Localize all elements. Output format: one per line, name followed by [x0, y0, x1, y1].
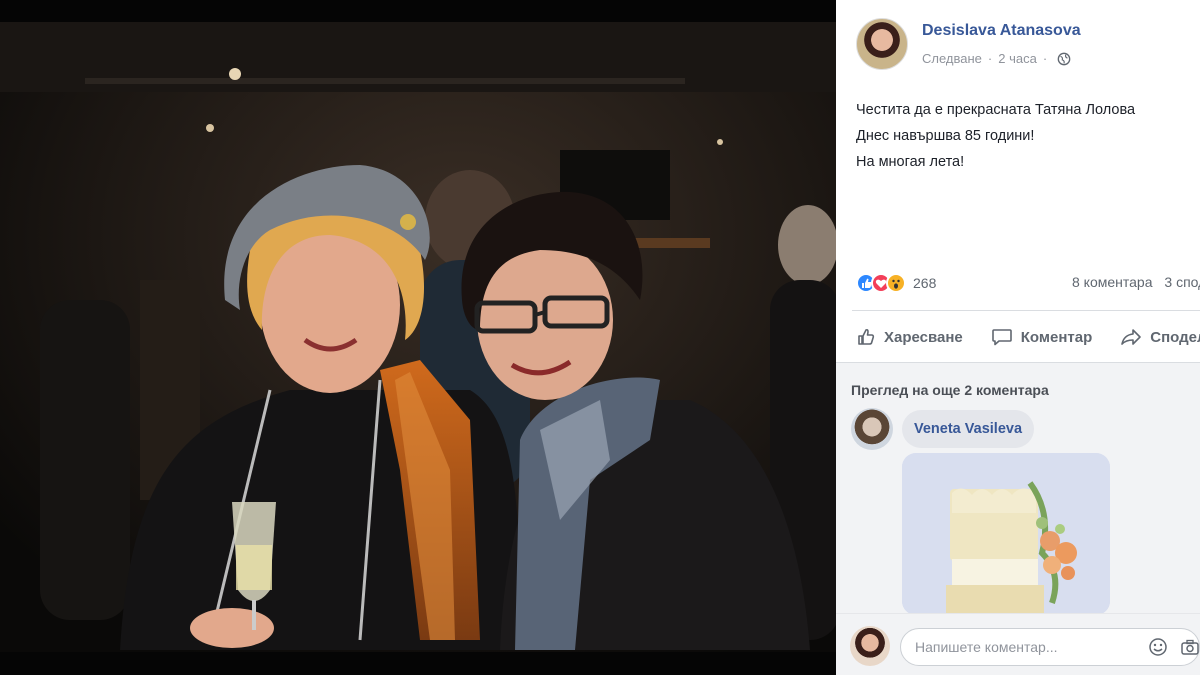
comment-bubble: Veneta Vasileva: [902, 410, 1035, 448]
post-text-line: Честита да е прекрасната Татяна Лолова: [856, 102, 1136, 118]
view-more-comments-link[interactable]: Преглед на още 2 коментара: [851, 382, 1049, 398]
emoji-icon[interactable]: [1148, 637, 1168, 657]
author-name[interactable]: Desislava Atanasova: [922, 22, 1081, 40]
post-text-line: Днес навършва 85 години!: [856, 128, 1035, 144]
share-label: Споделяне: [1150, 328, 1200, 346]
comment-button[interactable]: Коментар: [991, 327, 1092, 347]
comments-section: Преглед на още 2 коментара Veneta Vasile…: [836, 363, 1200, 675]
author-avatar[interactable]: [856, 18, 908, 70]
photo-scene: [0, 0, 836, 675]
thumbs-up-icon: [858, 328, 875, 345]
follow-button[interactable]: Следване: [922, 51, 982, 66]
wow-icon: [886, 273, 906, 293]
reactions-summary[interactable]: 268 8 коментара 3 споделяния: [856, 272, 1200, 294]
comment-author[interactable]: Veneta Vasileva: [914, 421, 1022, 437]
post-side-panel: Desislava Atanasova Следване · 2 часа · …: [836, 0, 1200, 675]
post-meta: Следване · 2 часа ·: [922, 51, 1071, 66]
current-user-avatar: [850, 626, 890, 666]
like-label: Харесване: [884, 328, 963, 346]
post-photo[interactable]: [0, 0, 836, 675]
meta-separator-2: ·: [1042, 51, 1048, 66]
photo-bottom-letterbox: [0, 652, 836, 675]
post-time[interactable]: 2 часа: [998, 51, 1037, 66]
comment-image-attachment[interactable]: [902, 453, 1110, 615]
reaction-count[interactable]: 268: [913, 275, 936, 291]
divider: [852, 310, 1200, 311]
post-actions: Харесване Коментар Споделяне: [856, 322, 1200, 352]
speech-bubble-icon: [991, 329, 1012, 346]
reaction-icons: [856, 273, 906, 293]
post-text-line: На многая лета!: [856, 154, 965, 170]
comment-count[interactable]: 8 коментара 3 споделяния: [1072, 274, 1200, 290]
shares-count-label[interactable]: 3 споделяния: [1164, 274, 1200, 290]
cake-image: [902, 453, 1110, 615]
share-button[interactable]: Споделяне: [1120, 327, 1200, 347]
share-arrow-icon: [1121, 329, 1142, 345]
meta-separator: ·: [987, 51, 993, 66]
comment-composer: [836, 613, 1200, 675]
globe-icon[interactable]: [1057, 52, 1071, 66]
post-text: Честита да е прекрасната Татяна Лолова Д…: [856, 97, 1196, 175]
comment-label: Коментар: [1020, 328, 1093, 346]
camera-icon[interactable]: [1180, 637, 1200, 657]
comments-count-label[interactable]: 8 коментара: [1072, 274, 1153, 290]
like-button[interactable]: Харесване: [856, 327, 963, 347]
photo-top-letterbox: [0, 0, 836, 22]
commenter-avatar[interactable]: [851, 408, 893, 450]
